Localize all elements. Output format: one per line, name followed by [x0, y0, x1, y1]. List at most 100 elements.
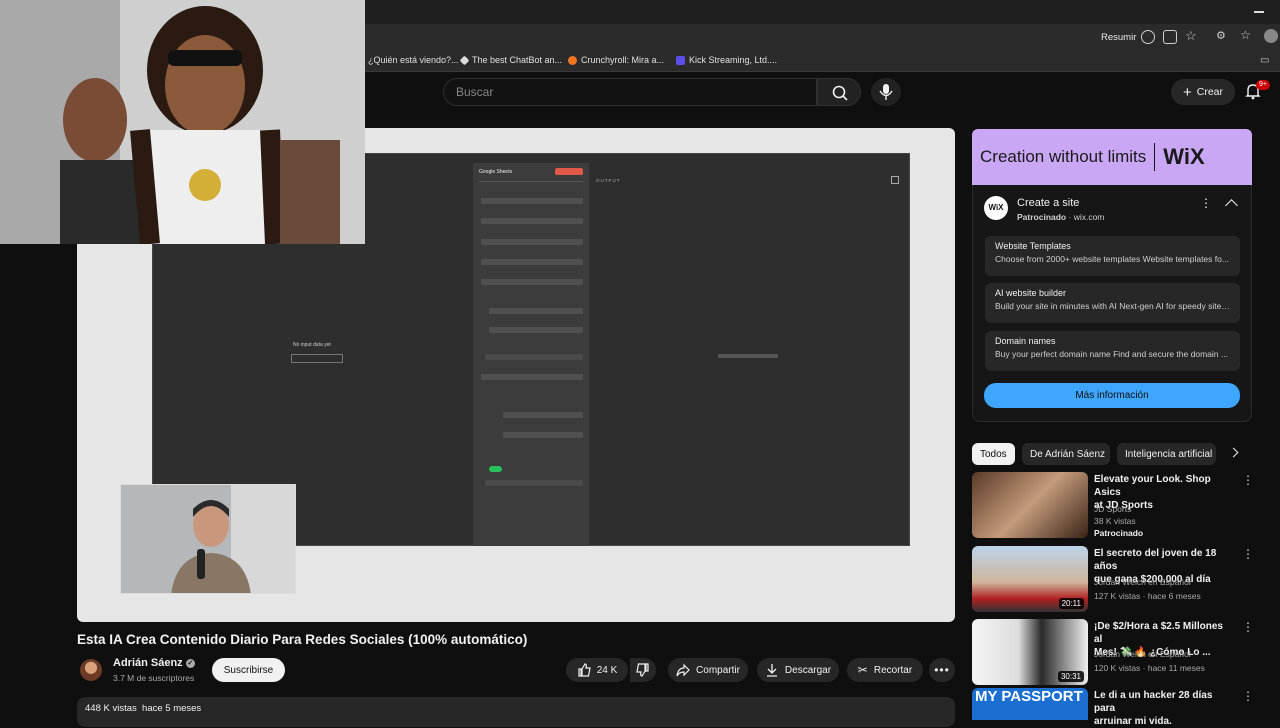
download-button[interactable]: Descargar [757, 658, 839, 682]
expand-icon [891, 176, 899, 184]
favorites-icon[interactable]: ☆ [1240, 28, 1251, 42]
panel-field [503, 432, 583, 438]
more-actions-button[interactable]: ••• [929, 658, 955, 682]
rec-channel: JD Sports [1094, 504, 1132, 514]
search-input[interactable]: Buscar [443, 78, 817, 106]
reader-icon[interactable] [1141, 30, 1155, 44]
subscribe-button[interactable]: Suscribirse [212, 658, 285, 682]
video-thumbnail[interactable]: 20:11 [972, 546, 1088, 612]
scissors-icon: ✂ [857, 663, 868, 677]
rec-meta: 120 K vistas · hace 11 meses [1094, 663, 1205, 673]
ad-banner[interactable]: Creation without limits WiX [972, 129, 1252, 185]
share-icon [676, 663, 690, 677]
download-icon [766, 664, 777, 677]
bookmark-item[interactable]: Kick Streaming, Ltd.... [676, 55, 777, 65]
ad-menu-icon[interactable]: ⋮ [1200, 197, 1212, 209]
rec-menu-icon[interactable]: ⋮ [1242, 621, 1254, 633]
chatbot-icon [459, 55, 470, 65]
advertiser-logo: WiX [984, 196, 1008, 220]
verified-icon: ✓ [185, 658, 195, 668]
rec-channel: Jordan Welch en Español [1094, 649, 1191, 659]
webcam-overlay [120, 484, 296, 594]
crunchyroll-icon [568, 55, 577, 65]
ad-banner-text: Creation without limits [980, 147, 1147, 166]
panel-field [481, 374, 583, 380]
rec-meta: 127 K vistas · hace 6 meses [1094, 591, 1201, 601]
rec-menu-icon[interactable]: ⋮ [1242, 474, 1254, 486]
create-button[interactable]: + Crear [1171, 79, 1235, 105]
bookmark-item[interactable]: ¿Quién está viendo?... [368, 55, 459, 65]
search-icon [832, 85, 848, 101]
video-title: Esta IA Crea Contenido Diario Para Redes… [77, 632, 528, 647]
search-button[interactable] [817, 78, 861, 106]
video-thumbnail[interactable]: 30:31 [972, 619, 1088, 685]
bookmark-item[interactable]: The best ChatBot an... [459, 55, 562, 65]
profile-avatar[interactable] [1264, 29, 1278, 43]
channel-name[interactable]: Adrián Sáenz ✓ [113, 657, 195, 669]
clip-button[interactable]: ✂ Recortar [847, 658, 923, 682]
ad-sponsor-line: Patrocinado · wix.com [1017, 212, 1105, 222]
toggle-switch [489, 466, 502, 472]
like-button[interactable]: 24 K [566, 658, 628, 682]
rec-meta: 38 K vistas [1094, 516, 1136, 526]
summarize-button[interactable]: Resumir [1101, 32, 1136, 43]
rec-menu-icon[interactable]: ⋮ [1242, 690, 1254, 702]
channel-avatar[interactable] [80, 659, 102, 681]
chip-channel[interactable]: De Adrián Sáenz [1022, 443, 1110, 465]
rec-title[interactable]: Le di a un hacker 28 días para arruinar m… [1094, 689, 1234, 728]
bookmark-item[interactable]: Crunchyroll: Mira a... [568, 55, 664, 65]
ad-banner-divider [1154, 143, 1156, 171]
panel-field [481, 279, 583, 285]
more-icon: ••• [934, 663, 950, 677]
panel-divider [479, 181, 583, 182]
panel-field [503, 412, 583, 418]
rec-sponsored: Patrocinado [1094, 528, 1144, 538]
folder-icon[interactable]: ▭ [1260, 55, 1269, 66]
fetch-data-button [291, 354, 343, 363]
ad-sitelink[interactable]: Website Templates Choose from 2000+ webs… [985, 236, 1240, 276]
no-input-text: No input data yet [293, 342, 331, 348]
share-button[interactable]: Compartir [668, 658, 748, 682]
duration-badge: 20:11 [1058, 598, 1084, 609]
star-icon[interactable]: ☆ [1185, 28, 1197, 44]
ad-title[interactable]: Create a site [1017, 197, 1079, 209]
wix-logo: WiX [1163, 144, 1205, 169]
panel-field [481, 218, 583, 224]
plus-icon: + [1182, 83, 1192, 101]
panel-field [481, 259, 583, 265]
presenter-illustration [121, 485, 295, 593]
test-step-button [555, 168, 583, 175]
panel-field [481, 198, 583, 204]
ad-sitelink[interactable]: Domain names Buy your perfect domain nam… [985, 331, 1240, 371]
chip-ai[interactable]: Inteligencia artificial [1117, 443, 1216, 465]
person-photo-illustration [0, 0, 365, 244]
description-box[interactable]: 448 K vistas hace 5 meses [77, 697, 955, 727]
minimize-icon[interactable] [1254, 11, 1264, 13]
panel-field [489, 308, 583, 314]
video-thumbnail[interactable]: MY PASSPORT [972, 688, 1088, 720]
kick-icon [676, 55, 685, 65]
thumbs-down-icon [636, 663, 649, 677]
ad-cta-button[interactable]: Más información [984, 383, 1240, 408]
panel-field [485, 480, 583, 486]
notification-badge: 9+ [1256, 80, 1270, 90]
overlay-photo [0, 0, 365, 244]
mic-icon [879, 84, 893, 100]
panel-field [481, 239, 583, 245]
dislike-button[interactable] [630, 658, 656, 682]
chevron-right-icon[interactable] [1228, 447, 1239, 458]
thumbnail-text: MY PASSPORT [975, 688, 1083, 705]
output-hint [718, 354, 778, 358]
subscriber-count: 3.7 M de suscriptores [113, 673, 195, 683]
panel-field [485, 354, 583, 360]
grid-icon[interactable] [1163, 30, 1177, 44]
chip-todos[interactable]: Todos [972, 443, 1015, 465]
video-thumbnail[interactable] [972, 472, 1088, 538]
rec-menu-icon[interactable]: ⋮ [1242, 548, 1254, 560]
panel-field [489, 327, 583, 333]
extensions-icon[interactable]: ⚙ [1216, 29, 1226, 42]
voice-search-button[interactable] [871, 78, 901, 106]
ad-sitelink[interactable]: AI website builder Build your site in mi… [985, 283, 1240, 323]
thumbs-up-icon [578, 663, 591, 677]
duration-badge: 30:31 [1057, 671, 1084, 682]
